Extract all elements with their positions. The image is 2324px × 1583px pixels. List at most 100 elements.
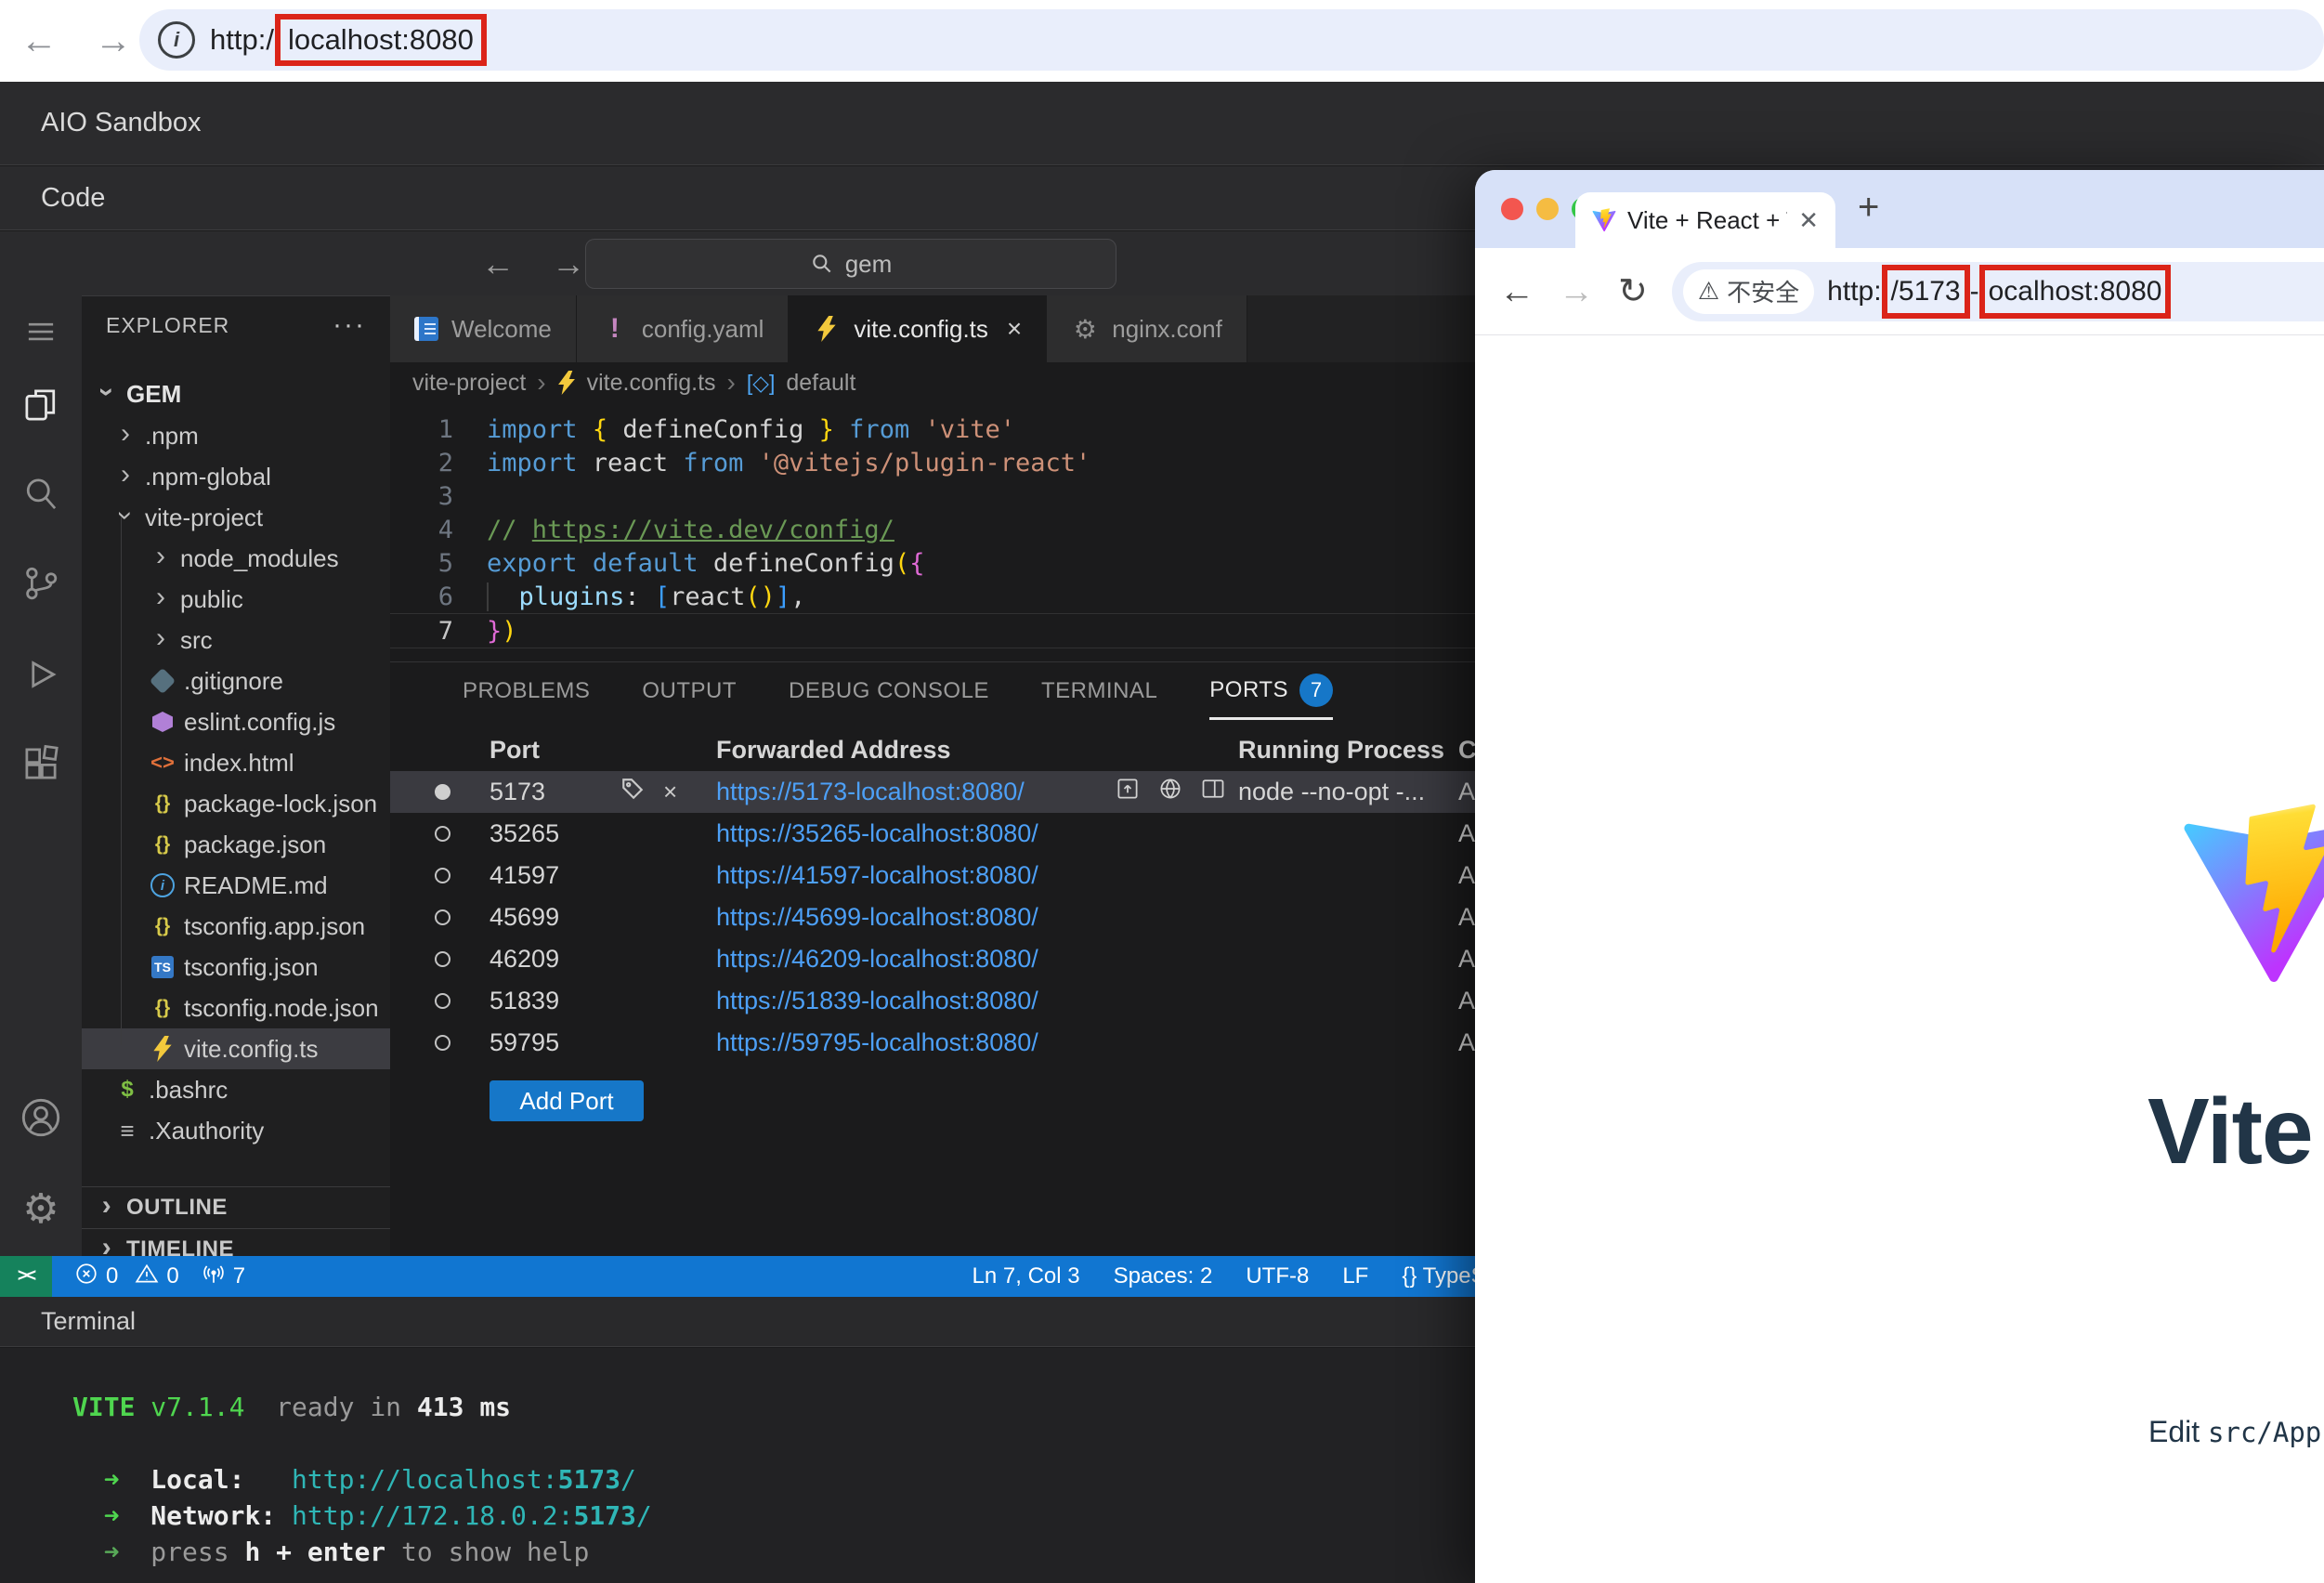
port-state-icon xyxy=(435,826,450,842)
remote-indicator-icon[interactable]: >< xyxy=(0,1256,52,1297)
folder-item-node_modules[interactable]: › node_modules xyxy=(82,538,390,579)
info-icon[interactable]: i xyxy=(158,21,195,59)
chevron-right-icon: › xyxy=(121,418,130,449)
settings-gear-icon[interactable]: ⚙ xyxy=(0,1189,82,1230)
explorer-files-icon[interactable] xyxy=(0,385,82,425)
forwarded-ports-status[interactable]: 7 xyxy=(202,1262,245,1292)
errors-icon xyxy=(74,1262,98,1292)
explorer-sidebar: EXPLORER ··· › GEM › .npm › .npm-global › vit… xyxy=(82,295,390,1257)
editor-tab-vite.config.ts[interactable]: vite.config.ts × xyxy=(789,295,1048,362)
forwarded-address-link[interactable]: https://51839-localhost:8080/ xyxy=(716,980,1038,1022)
eol[interactable]: LF xyxy=(1342,1263,1368,1289)
new-tab-icon[interactable]: + xyxy=(1858,187,1879,229)
explorer-actions-icon[interactable]: ··· xyxy=(333,309,366,341)
command-search-input[interactable]: gem xyxy=(585,239,1116,289)
run-debug-icon[interactable] xyxy=(0,654,82,695)
screen: ← → ↻ i http:/localhost:8080 AIO Sandbox… xyxy=(0,0,2324,1583)
address-bar[interactable]: i http:/localhost:8080 xyxy=(139,9,2324,71)
eslint-icon xyxy=(149,712,176,732)
forwarded-address-link[interactable]: https://35265-localhost:8080/ xyxy=(716,813,1038,855)
file-item-vite.config.ts[interactable]: vite.config.ts xyxy=(82,1028,390,1069)
preview-icon[interactable] xyxy=(1200,776,1226,808)
close-icon[interactable]: × xyxy=(1007,314,1022,344)
vite-bolt-icon xyxy=(149,1036,176,1062)
close-tab-icon[interactable]: ✕ xyxy=(1798,206,1819,235)
file-item-.bashrc[interactable]: $ .bashrc xyxy=(82,1069,390,1110)
file-item-README.md[interactable]: i README.md xyxy=(82,865,390,906)
workspace-root[interactable]: › GEM xyxy=(82,373,390,415)
url-highlight-box: localhost:8080 xyxy=(274,14,487,66)
panel-tab-ports[interactable]: PORTS 7 xyxy=(1209,662,1334,720)
file-item-.Xauthority[interactable]: ≡ .Xauthority xyxy=(82,1110,390,1151)
page-heading: Vite xyxy=(2148,1079,2314,1184)
text-file-icon: ≡ xyxy=(120,1116,135,1145)
minimize-window-icon[interactable] xyxy=(1536,198,1559,220)
folder-item-.npm-global[interactable]: › .npm-global xyxy=(82,456,390,497)
file-item-.gitignore[interactable]: .gitignore xyxy=(82,661,390,701)
open-in-browser-globe-icon[interactable] xyxy=(1157,776,1183,808)
folder-item-.npm[interactable]: › .npm xyxy=(82,415,390,456)
file-item-eslint.config.js[interactable]: eslint.config.js xyxy=(82,701,390,742)
folder-item-vite-project[interactable]: › vite-project xyxy=(82,497,390,538)
forwarded-address-link[interactable]: https://5173-localhost:8080/ xyxy=(716,771,1025,813)
history-back-icon[interactable]: ← xyxy=(481,244,515,283)
chevron-down-icon: › xyxy=(92,387,123,397)
forwarded-address-link[interactable]: https://41597-localhost:8080/ xyxy=(716,855,1038,896)
terminal-title[interactable]: Terminal xyxy=(41,1307,136,1336)
stop-forward-icon[interactable]: × xyxy=(663,778,677,806)
search-sidebar-icon[interactable] xyxy=(0,474,82,515)
forwarded-address-link[interactable]: https://59795-localhost:8080/ xyxy=(716,1022,1038,1064)
chevron-right-icon: › xyxy=(121,459,130,490)
problems-status[interactable]: 0 0 xyxy=(74,1262,179,1292)
back-icon[interactable]: ← xyxy=(20,22,58,59)
timeline-section[interactable]: › TIMELINE xyxy=(82,1228,390,1257)
panel-tab-problems[interactable]: PROBLEMS xyxy=(463,662,590,720)
section-title[interactable]: Code xyxy=(41,183,105,214)
editor-tab-Welcome[interactable]: Welcome xyxy=(390,295,577,362)
file-item-package.json[interactable]: {} package.json xyxy=(82,824,390,865)
port-state-icon xyxy=(435,993,450,1009)
close-window-icon[interactable] xyxy=(1501,198,1523,220)
forward-icon[interactable]: → xyxy=(95,22,132,59)
browser-toolbar: ← → ↻ ⚠ 不安全 http:/5173- ocalhost:8080 xyxy=(1475,248,2324,335)
search-icon xyxy=(812,255,831,273)
encoding[interactable]: UTF-8 xyxy=(1246,1263,1309,1289)
col-running-process: Running Process xyxy=(1238,736,1445,764)
file-item-tsconfig.app.json[interactable]: {} tsconfig.app.json xyxy=(82,906,390,947)
source-control-icon[interactable] xyxy=(0,563,82,604)
add-port-button[interactable]: Add Port xyxy=(490,1080,644,1121)
json-icon: {} xyxy=(154,915,171,936)
indentation[interactable]: Spaces: 2 xyxy=(1114,1263,1213,1289)
folder-item-src[interactable]: › src xyxy=(82,620,390,661)
panel-tab-output[interactable]: OUTPUT xyxy=(642,662,737,720)
browser-back-icon[interactable]: ← xyxy=(1499,274,1534,309)
vite-page: Vite Edit src/App. xyxy=(1475,335,2324,1583)
forwarded-address-link[interactable]: https://46209-localhost:8080/ xyxy=(716,938,1038,980)
history-forward-icon[interactable]: → xyxy=(552,244,585,283)
activity-bar: ⚙ xyxy=(0,295,82,1256)
forwarded-address-link[interactable]: https://45699-localhost:8080/ xyxy=(716,896,1038,938)
file-item-package-lock.json[interactable]: {} package-lock.json xyxy=(82,783,390,824)
panel-tab-terminal[interactable]: TERMINAL xyxy=(1041,662,1157,720)
vite-favicon xyxy=(1592,208,1616,232)
folder-item-public[interactable]: › public xyxy=(82,579,390,620)
file-item-index.html[interactable]: <> index.html xyxy=(82,742,390,783)
cursor-position[interactable]: Ln 7, Col 3 xyxy=(973,1263,1080,1289)
browser-tab[interactable]: Vite + React + TS ✕ xyxy=(1575,192,1835,248)
outline-section[interactable]: › OUTLINE xyxy=(82,1186,390,1227)
editor-tab-config.yaml[interactable]: ! config.yaml xyxy=(576,295,790,362)
browser-forward-icon[interactable]: → xyxy=(1559,274,1594,309)
security-chip[interactable]: ⚠ 不安全 xyxy=(1682,268,1815,314)
menu-icon[interactable] xyxy=(0,312,82,351)
file-item-tsconfig.json[interactable]: TS tsconfig.json xyxy=(82,947,390,988)
browser-reload-icon[interactable]: ↻ xyxy=(1618,274,1648,309)
extensions-icon[interactable] xyxy=(0,743,82,784)
file-item-tsconfig.node.json[interactable]: {} tsconfig.node.json xyxy=(82,988,390,1028)
open-in-editor-icon[interactable] xyxy=(1115,776,1141,808)
port-label-icon[interactable] xyxy=(620,777,645,807)
browser-address-bar[interactable]: ⚠ 不安全 http:/5173- ocalhost:8080 xyxy=(1671,261,2324,321)
account-icon[interactable] xyxy=(0,1096,82,1139)
editor-tab-nginx.conf[interactable]: ⚙ nginx.conf xyxy=(1047,295,1247,362)
top-browser-chrome: ← → ↻ i http:/localhost:8080 xyxy=(0,0,2324,82)
panel-tab-debug-console[interactable]: DEBUG CONSOLE xyxy=(789,662,989,720)
